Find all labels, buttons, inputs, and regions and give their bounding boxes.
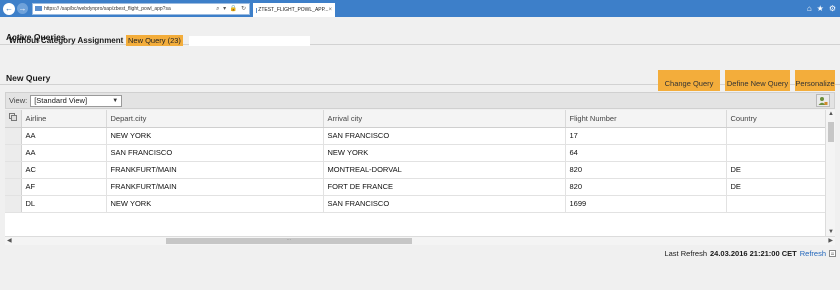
cell-arrival-city: NEW YORK <box>323 144 566 162</box>
chevron-down-icon: ▼ <box>112 97 119 104</box>
favorites-star-icon[interactable]: ★ <box>817 4 824 13</box>
table-row[interactable]: DL NEW YORK SAN FRANCISCO 1699 <box>5 195 826 213</box>
cell-airline: AA <box>21 144 107 162</box>
tab-title: ZTEST_FLIGHT_POWL_APP... <box>258 7 329 13</box>
cell-arrival-city: FORT DE FRANCE <box>323 178 566 196</box>
cell-flight-number: 1699 <box>565 195 727 213</box>
cell-flight-number: 64 <box>565 144 727 162</box>
table-row[interactable]: AA NEW YORK SAN FRANCISCO 17 <box>5 127 826 145</box>
cell-country: DE <box>726 178 826 196</box>
cell-depart-city: NEW YORK <box>106 195 324 213</box>
cell-arrival-city: MONTREAL-DORVAL <box>323 161 566 179</box>
column-header-flight-number[interactable]: Flight Number <box>565 110 727 128</box>
cell-airline: AF <box>21 178 107 196</box>
category-label: Without Category Assignment <box>9 36 124 45</box>
scroll-up-icon[interactable]: ▲ <box>826 111 836 117</box>
back-arrow-icon[interactable]: ← <box>3 2 15 15</box>
table-row[interactable]: AA SAN FRANCISCO NEW YORK 64 <box>5 144 826 162</box>
cell-country: DE <box>726 161 826 179</box>
page-content: Active Queries Without Category Assignme… <box>0 17 840 290</box>
last-refresh-timestamp: 24.03.2016 21:21:00 CET <box>710 249 797 258</box>
last-refresh-label: Last Refresh <box>664 249 707 258</box>
select-all-icon[interactable] <box>5 110 22 128</box>
new-query-link[interactable]: New Query (23) <box>126 35 183 46</box>
column-header-depart-city[interactable]: Depart.city <box>106 110 324 128</box>
refresh-status: Last Refresh 24.03.2016 21:21:00 CET Ref… <box>664 249 836 258</box>
cell-depart-city: FRANKFURT/MAIN <box>106 178 324 196</box>
vertical-scrollbar[interactable]: ▲ ▼ <box>825 110 835 236</box>
cell-airline: AA <box>21 127 107 145</box>
site-favicon-icon <box>35 6 42 11</box>
cell-depart-city: SAN FRANCISCO <box>106 144 324 162</box>
view-toolbar: View: [Standard View] ▼ <box>5 92 835 109</box>
tab-close-icon[interactable]: × <box>328 7 332 13</box>
browser-tab[interactable]: ZTEST_FLIGHT_POWL_APP... × <box>253 3 335 17</box>
vertical-scroll-thumb[interactable] <box>828 122 834 142</box>
row-selector[interactable] <box>5 195 22 213</box>
cell-arrival-city: SAN FRANCISCO <box>323 195 566 213</box>
horizontal-scroll-thumb[interactable]: ⋯ <box>166 238 412 244</box>
cell-country <box>726 127 826 145</box>
new-query-title: New Query <box>6 73 51 83</box>
view-label: View: <box>9 96 28 105</box>
scroll-down-icon[interactable]: ▼ <box>826 229 836 235</box>
row-selector[interactable] <box>5 144 22 162</box>
row-selector[interactable] <box>5 161 22 179</box>
browser-toolbar: ← → https:// /sap/bc/webdynpro/sap/zbest… <box>0 0 840 17</box>
view-selected-value: [Standard View] <box>34 96 88 105</box>
cell-arrival-city: SAN FRANCISCO <box>323 127 566 145</box>
horizontal-scrollbar[interactable]: ◀ ⋯ ▶ <box>5 236 835 245</box>
home-icon[interactable]: ⌂ <box>807 4 812 13</box>
personalize-button[interactable]: Personalize <box>795 70 835 91</box>
view-select[interactable]: [Standard View] ▼ <box>30 94 123 107</box>
define-new-query-button[interactable]: Define New Query <box>725 70 790 91</box>
cell-depart-city: NEW YORK <box>106 127 324 145</box>
table-row[interactable]: AC FRANKFURT/MAIN MONTREAL-DORVAL 820 DE <box>5 161 826 179</box>
user-settings-icon <box>818 96 828 105</box>
cell-country <box>726 144 826 162</box>
cell-depart-city: FRANKFURT/MAIN <box>106 161 324 179</box>
table-header-row: Airline Depart.city Arrival city Flight … <box>5 110 826 128</box>
forward-arrow-icon[interactable]: → <box>17 3 28 14</box>
column-header-arrival-city[interactable]: Arrival city <box>323 110 566 128</box>
settings-gear-icon[interactable]: ⚙ <box>829 4 836 13</box>
address-url: https:// /sap/bc/webdynpro/sap/zbest_fli… <box>44 5 171 12</box>
cell-airline: DL <box>21 195 107 213</box>
cell-country <box>726 195 826 213</box>
cell-flight-number: 820 <box>565 178 727 196</box>
query-description-box <box>189 36 310 46</box>
column-header-country[interactable]: Country <box>726 110 826 128</box>
address-bar-icons[interactable]: ⌕ ▾ 🔒 ↻ <box>216 5 247 13</box>
scroll-right-icon[interactable]: ▶ <box>828 237 833 246</box>
cell-flight-number: 820 <box>565 161 727 179</box>
scroll-left-icon[interactable]: ◀ <box>7 237 12 246</box>
column-header-airline[interactable]: Airline <box>21 110 107 128</box>
refresh-options-icon[interactable] <box>829 250 836 257</box>
table-row[interactable]: AF FRANKFURT/MAIN FORT DE FRANCE 820 DE <box>5 178 826 196</box>
address-bar[interactable]: https:// /sap/bc/webdynpro/sap/zbest_fli… <box>32 2 250 15</box>
row-selector[interactable] <box>5 178 22 196</box>
change-query-button[interactable]: Change Query <box>658 70 720 91</box>
results-table: Airline Depart.city Arrival city Flight … <box>5 110 835 236</box>
refresh-link[interactable]: Refresh <box>800 249 826 258</box>
cell-airline: AC <box>21 161 107 179</box>
row-selector[interactable] <box>5 127 22 145</box>
cell-flight-number: 17 <box>565 127 727 145</box>
table-settings-button[interactable] <box>816 94 830 107</box>
